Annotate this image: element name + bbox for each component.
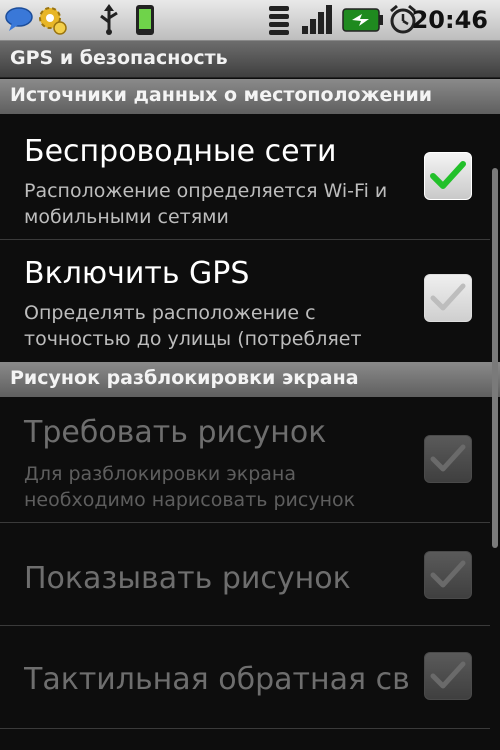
item-title: Тактильная обратная св bbox=[24, 662, 410, 697]
checkmark-icon bbox=[430, 661, 466, 689]
wifi-icon bbox=[266, 4, 292, 40]
preference-list[interactable]: Источники данных о местоположении Беспро… bbox=[0, 78, 500, 750]
title-bar: GPS и безопасность bbox=[0, 41, 500, 78]
list-item-wireless-networks[interactable]: Беспроводные сети Расположение определяе… bbox=[0, 114, 490, 240]
checkbox-require-pattern[interactable] bbox=[424, 435, 472, 483]
checkmark-icon bbox=[430, 444, 466, 472]
gear-icon bbox=[36, 4, 68, 40]
item-summary: Определять расположение с точностью до у… bbox=[24, 302, 362, 350]
item-title: Включить GPS bbox=[24, 256, 250, 291]
usb-icon bbox=[96, 4, 122, 40]
signal-icon bbox=[300, 4, 336, 40]
list-item-show-pattern[interactable]: Показывать рисунок bbox=[0, 523, 490, 626]
section-header-location: Источники данных о местоположении bbox=[0, 79, 500, 114]
scrollbar[interactable] bbox=[492, 168, 498, 548]
clock-time: 20:46 bbox=[411, 6, 488, 34]
checkmark-icon bbox=[430, 560, 466, 588]
chat-icon bbox=[4, 4, 34, 38]
checkbox-wireless-networks[interactable] bbox=[424, 152, 472, 200]
item-title: Показывать рисунок bbox=[24, 561, 351, 596]
checkmark-icon bbox=[430, 283, 466, 311]
checkbox-enable-gps[interactable] bbox=[424, 274, 472, 322]
section-header-label: Источники данных о местоположении bbox=[10, 84, 433, 106]
battery-icon bbox=[342, 8, 384, 36]
item-title: Требовать рисунок bbox=[24, 415, 327, 450]
checkmark-icon bbox=[430, 161, 466, 189]
list-item-haptic-feedback[interactable]: Тактильная обратная св bbox=[0, 626, 490, 729]
divider bbox=[0, 728, 490, 729]
item-summary: Расположение определяется Wi-Fi и мобиль… bbox=[24, 180, 388, 228]
phone-icon bbox=[134, 4, 156, 40]
list-item-require-pattern[interactable]: Требовать рисунок Для разблокировки экра… bbox=[0, 397, 490, 523]
section-header-unlock-pattern: Рисунок разблокировки экрана bbox=[0, 362, 500, 397]
page-title: GPS и безопасность bbox=[10, 47, 228, 69]
checkbox-haptic-feedback[interactable] bbox=[424, 652, 472, 700]
list-item-enable-gps[interactable]: Включить GPS Определять расположение с т… bbox=[0, 240, 490, 352]
checkbox-show-pattern[interactable] bbox=[424, 551, 472, 599]
section-header-label: Рисунок разблокировки экрана bbox=[10, 367, 359, 389]
item-title: Беспроводные сети bbox=[24, 134, 337, 169]
status-bar: 20:46 bbox=[0, 0, 500, 41]
item-summary: Для разблокировки экрана необходимо нари… bbox=[24, 463, 356, 511]
